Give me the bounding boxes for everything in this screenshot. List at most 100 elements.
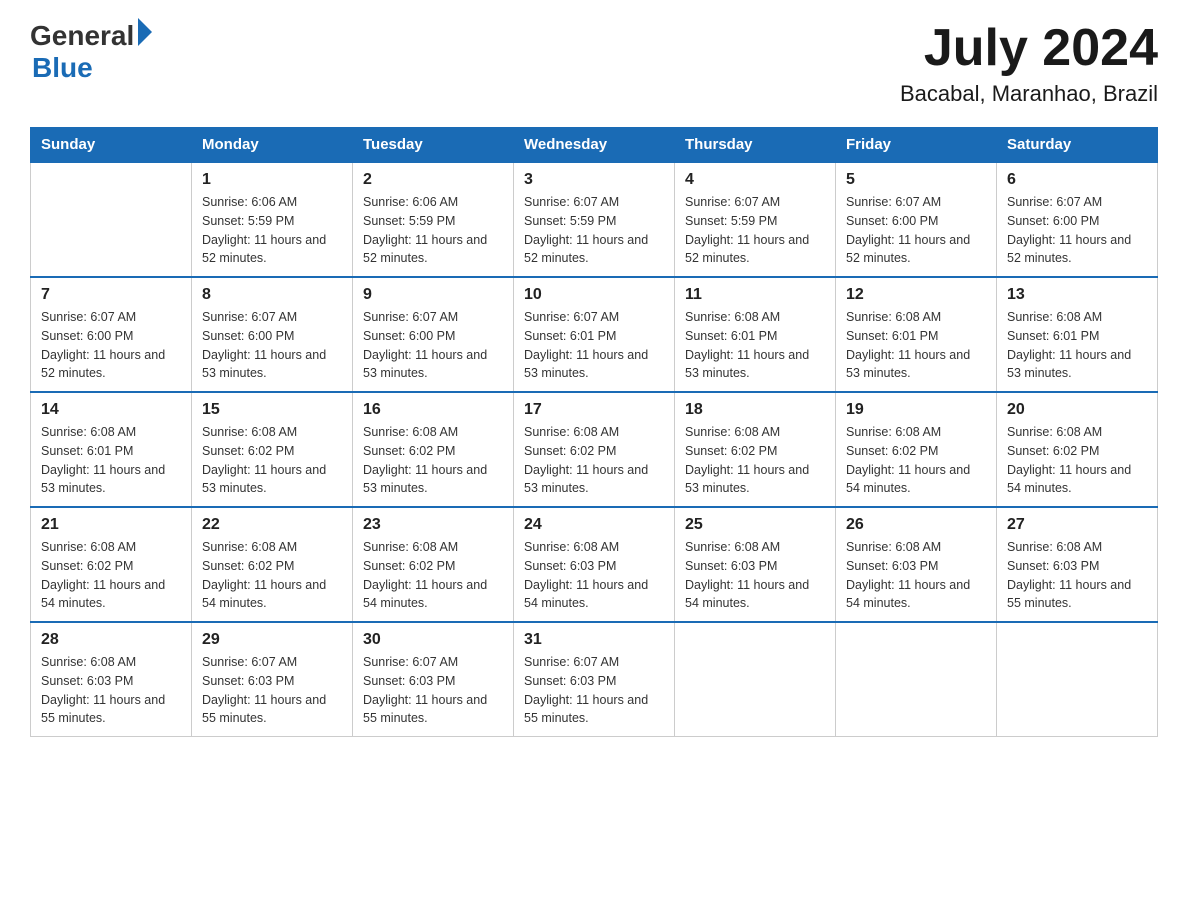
day-detail: Sunrise: 6:07 AM Sunset: 5:59 PM Dayligh… xyxy=(524,193,664,268)
day-number: 25 xyxy=(685,516,825,534)
day-detail: Sunrise: 6:07 AM Sunset: 6:00 PM Dayligh… xyxy=(1007,193,1147,268)
day-number: 29 xyxy=(202,631,342,649)
day-detail: Sunrise: 6:07 AM Sunset: 6:00 PM Dayligh… xyxy=(846,193,986,268)
day-number: 8 xyxy=(202,286,342,304)
calendar-cell: 19 Sunrise: 6:08 AM Sunset: 6:02 PM Dayli… xyxy=(836,392,997,507)
calendar-cell: 15Sunrise: 6:08 AM Sunset: 6:02 PM Dayli… xyxy=(192,392,353,507)
calendar-cell: 6 Sunrise: 6:07 AM Sunset: 6:00 PM Daylig… xyxy=(997,162,1158,277)
day-detail: Sunrise: 6:07 AM Sunset: 6:03 PM Dayligh… xyxy=(202,653,342,728)
calendar-cell: 12 Sunrise: 6:08 AM Sunset: 6:01 PM Dayli… xyxy=(836,277,997,392)
calendar-cell: 28 Sunrise: 6:08 AM Sunset: 6:03 PM Dayli… xyxy=(31,622,192,737)
day-number: 12 xyxy=(846,286,986,304)
calendar-cell: 8 Sunrise: 6:07 AM Sunset: 6:00 PM Daylig… xyxy=(192,277,353,392)
day-number: 22 xyxy=(202,516,342,534)
day-number: 11 xyxy=(685,286,825,304)
day-number: 27 xyxy=(1007,516,1147,534)
day-detail: Sunrise: 6:08 AM Sunset: 6:03 PM Dayligh… xyxy=(41,653,181,728)
calendar-table: SundayMondayTuesdayWednesdayThursdayFrid… xyxy=(30,127,1158,737)
day-detail: Sunrise: 6:08 AM Sunset: 6:03 PM Dayligh… xyxy=(524,538,664,613)
day-detail: Sunrise: 6:08 AM Sunset: 6:02 PM Dayligh… xyxy=(41,538,181,613)
day-number: 7 xyxy=(41,286,181,304)
month-year-title: July 2024 xyxy=(900,20,1158,77)
day-detail: Sunrise: 6:06 AM Sunset: 5:59 PM Dayligh… xyxy=(363,193,503,268)
calendar-cell: 1 Sunrise: 6:06 AM Sunset: 5:59 PM Daylig… xyxy=(192,162,353,277)
calendar-cell: 27Sunrise: 6:08 AM Sunset: 6:03 PM Dayli… xyxy=(997,507,1158,622)
calendar-cell: 21Sunrise: 6:08 AM Sunset: 6:02 PM Dayli… xyxy=(31,507,192,622)
calendar-week-row: 1 Sunrise: 6:06 AM Sunset: 5:59 PM Daylig… xyxy=(31,162,1158,277)
day-number: 19 xyxy=(846,401,986,419)
day-of-week-header: Saturday xyxy=(997,128,1158,163)
day-number: 2 xyxy=(363,171,503,189)
calendar-cell: 3 Sunrise: 6:07 AM Sunset: 5:59 PM Daylig… xyxy=(514,162,675,277)
calendar-header-row: SundayMondayTuesdayWednesdayThursdayFrid… xyxy=(31,128,1158,163)
day-detail: Sunrise: 6:08 AM Sunset: 6:02 PM Dayligh… xyxy=(202,538,342,613)
calendar-cell: 25 Sunrise: 6:08 AM Sunset: 6:03 PM Dayli… xyxy=(675,507,836,622)
page-header: General Blue July 2024 Bacabal, Maranhao… xyxy=(30,20,1158,107)
calendar-cell: 11 Sunrise: 6:08 AM Sunset: 6:01 PM Dayli… xyxy=(675,277,836,392)
calendar-cell: 31 Sunrise: 6:07 AM Sunset: 6:03 PM Dayli… xyxy=(514,622,675,737)
location-subtitle: Bacabal, Maranhao, Brazil xyxy=(900,81,1158,107)
day-detail: Sunrise: 6:07 AM Sunset: 5:59 PM Dayligh… xyxy=(685,193,825,268)
day-number: 1 xyxy=(202,171,342,189)
day-detail: Sunrise: 6:07 AM Sunset: 6:00 PM Dayligh… xyxy=(41,308,181,383)
calendar-week-row: 7 Sunrise: 6:07 AM Sunset: 6:00 PM Daylig… xyxy=(31,277,1158,392)
day-number: 16 xyxy=(363,401,503,419)
day-detail: Sunrise: 6:08 AM Sunset: 6:01 PM Dayligh… xyxy=(846,308,986,383)
logo-arrow-icon xyxy=(138,18,152,46)
day-detail: Sunrise: 6:06 AM Sunset: 5:59 PM Dayligh… xyxy=(202,193,342,268)
day-number: 14 xyxy=(41,401,181,419)
day-detail: Sunrise: 6:08 AM Sunset: 6:02 PM Dayligh… xyxy=(846,423,986,498)
day-detail: Sunrise: 6:07 AM Sunset: 6:00 PM Dayligh… xyxy=(202,308,342,383)
day-detail: Sunrise: 6:08 AM Sunset: 6:02 PM Dayligh… xyxy=(363,538,503,613)
calendar-cell: 24Sunrise: 6:08 AM Sunset: 6:03 PM Dayli… xyxy=(514,507,675,622)
day-number: 4 xyxy=(685,171,825,189)
day-number: 3 xyxy=(524,171,664,189)
day-detail: Sunrise: 6:07 AM Sunset: 6:03 PM Dayligh… xyxy=(524,653,664,728)
day-detail: Sunrise: 6:08 AM Sunset: 6:01 PM Dayligh… xyxy=(1007,308,1147,383)
day-of-week-header: Friday xyxy=(836,128,997,163)
day-detail: Sunrise: 6:08 AM Sunset: 6:01 PM Dayligh… xyxy=(41,423,181,498)
calendar-cell: 26 Sunrise: 6:08 AM Sunset: 6:03 PM Dayli… xyxy=(836,507,997,622)
calendar-cell: 9Sunrise: 6:07 AM Sunset: 6:00 PM Daylig… xyxy=(353,277,514,392)
day-number: 15 xyxy=(202,401,342,419)
logo: General Blue xyxy=(30,20,152,84)
calendar-cell: 2 Sunrise: 6:06 AM Sunset: 5:59 PM Daylig… xyxy=(353,162,514,277)
calendar-cell: 16 Sunrise: 6:08 AM Sunset: 6:02 PM Dayli… xyxy=(353,392,514,507)
day-number: 31 xyxy=(524,631,664,649)
day-number: 23 xyxy=(363,516,503,534)
day-number: 28 xyxy=(41,631,181,649)
calendar-cell: 20 Sunrise: 6:08 AM Sunset: 6:02 PM Dayli… xyxy=(997,392,1158,507)
day-number: 26 xyxy=(846,516,986,534)
day-detail: Sunrise: 6:08 AM Sunset: 6:02 PM Dayligh… xyxy=(1007,423,1147,498)
day-detail: Sunrise: 6:08 AM Sunset: 6:03 PM Dayligh… xyxy=(846,538,986,613)
calendar-week-row: 21Sunrise: 6:08 AM Sunset: 6:02 PM Dayli… xyxy=(31,507,1158,622)
calendar-cell: 18 Sunrise: 6:08 AM Sunset: 6:02 PM Dayli… xyxy=(675,392,836,507)
day-number: 13 xyxy=(1007,286,1147,304)
day-detail: Sunrise: 6:08 AM Sunset: 6:02 PM Dayligh… xyxy=(685,423,825,498)
day-detail: Sunrise: 6:08 AM Sunset: 6:01 PM Dayligh… xyxy=(685,308,825,383)
calendar-cell: 13 Sunrise: 6:08 AM Sunset: 6:01 PM Dayli… xyxy=(997,277,1158,392)
day-number: 10 xyxy=(524,286,664,304)
day-number: 17 xyxy=(524,401,664,419)
calendar-cell xyxy=(836,622,997,737)
day-detail: Sunrise: 6:08 AM Sunset: 6:03 PM Dayligh… xyxy=(685,538,825,613)
day-of-week-header: Sunday xyxy=(31,128,192,163)
day-number: 30 xyxy=(363,631,503,649)
day-number: 18 xyxy=(685,401,825,419)
day-detail: Sunrise: 6:08 AM Sunset: 6:02 PM Dayligh… xyxy=(524,423,664,498)
title-block: July 2024 Bacabal, Maranhao, Brazil xyxy=(900,20,1158,107)
logo-general-text: General xyxy=(30,20,134,52)
calendar-cell: 23 Sunrise: 6:08 AM Sunset: 6:02 PM Dayli… xyxy=(353,507,514,622)
calendar-cell: 5 Sunrise: 6:07 AM Sunset: 6:00 PM Daylig… xyxy=(836,162,997,277)
day-number: 6 xyxy=(1007,171,1147,189)
calendar-week-row: 28 Sunrise: 6:08 AM Sunset: 6:03 PM Dayli… xyxy=(31,622,1158,737)
day-number: 20 xyxy=(1007,401,1147,419)
day-number: 5 xyxy=(846,171,986,189)
day-of-week-header: Wednesday xyxy=(514,128,675,163)
day-detail: Sunrise: 6:08 AM Sunset: 6:02 PM Dayligh… xyxy=(363,423,503,498)
calendar-cell: 4 Sunrise: 6:07 AM Sunset: 5:59 PM Daylig… xyxy=(675,162,836,277)
calendar-cell: 30Sunrise: 6:07 AM Sunset: 6:03 PM Dayli… xyxy=(353,622,514,737)
day-of-week-header: Tuesday xyxy=(353,128,514,163)
calendar-cell: 29 Sunrise: 6:07 AM Sunset: 6:03 PM Dayli… xyxy=(192,622,353,737)
day-number: 9 xyxy=(363,286,503,304)
